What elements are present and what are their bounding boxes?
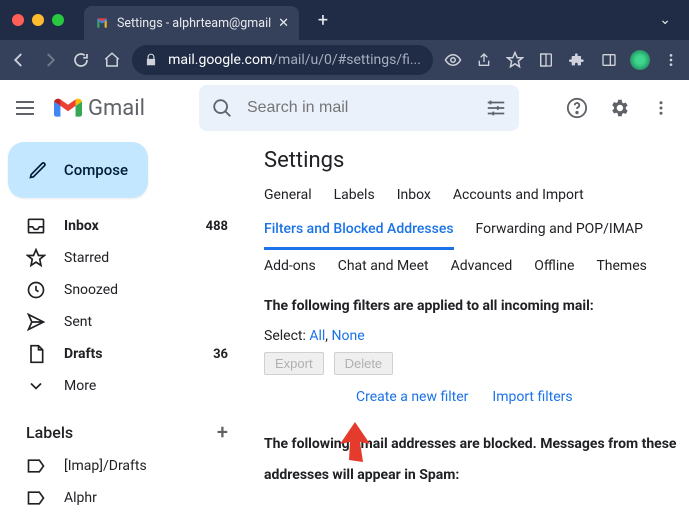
labels-header: Labels + — [8, 402, 240, 450]
sidebar: Compose Inbox 488 Starred Snoozed Sent D… — [0, 136, 248, 529]
browser-toolbar: mail.google.com/mail/u/0/#settings/fi... — [0, 40, 689, 80]
tab-title: Settings - alphrteam@gmail.co — [117, 16, 271, 31]
star-icon — [26, 248, 46, 268]
select-none-link[interactable]: None — [332, 328, 365, 344]
add-label-button[interactable]: + — [217, 420, 228, 444]
blocked-addresses-text: The following email addresses are blocke… — [264, 429, 689, 491]
sidebar-label-imap-drafts[interactable]: [Imap]/Drafts — [8, 450, 240, 482]
bookmark-star-icon[interactable] — [505, 49, 526, 71]
page-title: Settings — [264, 148, 689, 173]
tabs-dropdown-icon[interactable]: ⌄ — [641, 12, 689, 28]
chevron-down-icon — [26, 376, 46, 396]
home-button[interactable] — [101, 49, 122, 71]
url-host: mail.google.com/mail/u/0/#settings/fi... — [168, 52, 421, 68]
share-icon[interactable] — [474, 49, 495, 71]
delete-button[interactable]: Delete — [334, 352, 394, 375]
compose-button[interactable]: Compose — [8, 142, 148, 198]
annotation-arrow-icon — [340, 422, 370, 462]
sidepanel-icon[interactable] — [598, 49, 619, 71]
address-bar[interactable]: mail.google.com/mail/u/0/#settings/fi... — [132, 45, 433, 75]
label-icon — [26, 456, 46, 476]
clock-icon — [26, 280, 46, 300]
close-window[interactable] — [12, 14, 24, 26]
tab-labels[interactable]: Labels — [334, 187, 375, 213]
forward-button[interactable] — [39, 49, 60, 71]
tab-general[interactable]: General — [264, 187, 312, 213]
settings-tabs: General Labels Inbox Accounts and Import… — [264, 187, 689, 284]
close-tab-icon[interactable]: ✕ — [278, 16, 289, 31]
gmail-m-icon — [54, 97, 82, 119]
sidebar-inbox[interactable]: Inbox 488 — [8, 210, 240, 242]
tab-offline[interactable]: Offline — [534, 258, 574, 284]
search-input[interactable] — [247, 99, 471, 117]
sidebar-starred[interactable]: Starred — [8, 242, 240, 274]
back-button[interactable] — [8, 49, 29, 71]
settings-gear-icon[interactable] — [607, 96, 631, 120]
tab-addons[interactable]: Add-ons — [264, 258, 316, 284]
sidebar-snoozed[interactable]: Snoozed — [8, 274, 240, 306]
create-filter-link[interactable]: Create a new filter — [356, 389, 468, 405]
tab-filters[interactable]: Filters and Blocked Addresses — [264, 221, 454, 250]
maximize-window[interactable] — [52, 14, 64, 26]
browser-titlebar: Settings - alphrteam@gmail.co ✕ + ⌄ — [0, 0, 689, 40]
inbox-icon — [26, 216, 46, 236]
sidebar-sent[interactable]: Sent — [8, 306, 240, 338]
browser-menu-icon[interactable] — [660, 49, 681, 71]
content-area: Settings General Labels Inbox Accounts a… — [248, 136, 689, 529]
reload-button[interactable] — [70, 49, 91, 71]
reader-icon[interactable] — [536, 49, 557, 71]
more-header-icon[interactable] — [649, 96, 673, 120]
extensions-icon[interactable] — [567, 49, 588, 71]
compose-label: Compose — [64, 161, 128, 179]
tab-inbox[interactable]: Inbox — [397, 187, 431, 213]
search-options-icon[interactable] — [485, 97, 507, 119]
tab-advanced[interactable]: Advanced — [451, 258, 513, 284]
gmail-favicon-icon — [94, 15, 110, 31]
window-controls — [12, 14, 64, 26]
eye-icon[interactable] — [443, 49, 464, 71]
search-icon — [211, 97, 233, 119]
select-row: Select: All, None — [264, 328, 689, 344]
tab-chat[interactable]: Chat and Meet — [338, 258, 429, 284]
label-icon — [26, 488, 46, 508]
export-button[interactable]: Export — [264, 352, 324, 375]
profile-avatar-icon[interactable] — [629, 49, 650, 71]
sidebar-drafts[interactable]: Drafts 36 — [8, 338, 240, 370]
search-box[interactable] — [199, 85, 519, 131]
file-icon — [26, 344, 46, 364]
tab-themes[interactable]: Themes — [596, 258, 646, 284]
new-tab-button[interactable]: + — [309, 6, 337, 34]
pencil-icon — [28, 159, 48, 181]
lock-icon — [144, 53, 158, 67]
browser-tab[interactable]: Settings - alphrteam@gmail.co ✕ — [84, 6, 299, 40]
gmail-wordmark: Gmail — [88, 96, 145, 121]
support-icon[interactable] — [565, 96, 589, 120]
gmail-logo[interactable]: Gmail — [54, 96, 145, 121]
sidebar-more[interactable]: More — [8, 370, 240, 402]
tab-accounts[interactable]: Accounts and Import — [453, 187, 584, 213]
gmail-header: Gmail — [0, 80, 689, 136]
import-filters-link[interactable]: Import filters — [492, 389, 572, 405]
tab-forwarding[interactable]: Forwarding and POP/IMAP — [476, 221, 643, 250]
filters-intro: The following filters are applied to all… — [264, 298, 689, 314]
select-all-link[interactable]: All — [309, 328, 325, 344]
send-icon — [26, 312, 46, 332]
main-menu-button[interactable] — [16, 96, 40, 120]
sidebar-label-alphr[interactable]: Alphr — [8, 482, 240, 514]
minimize-window[interactable] — [32, 14, 44, 26]
